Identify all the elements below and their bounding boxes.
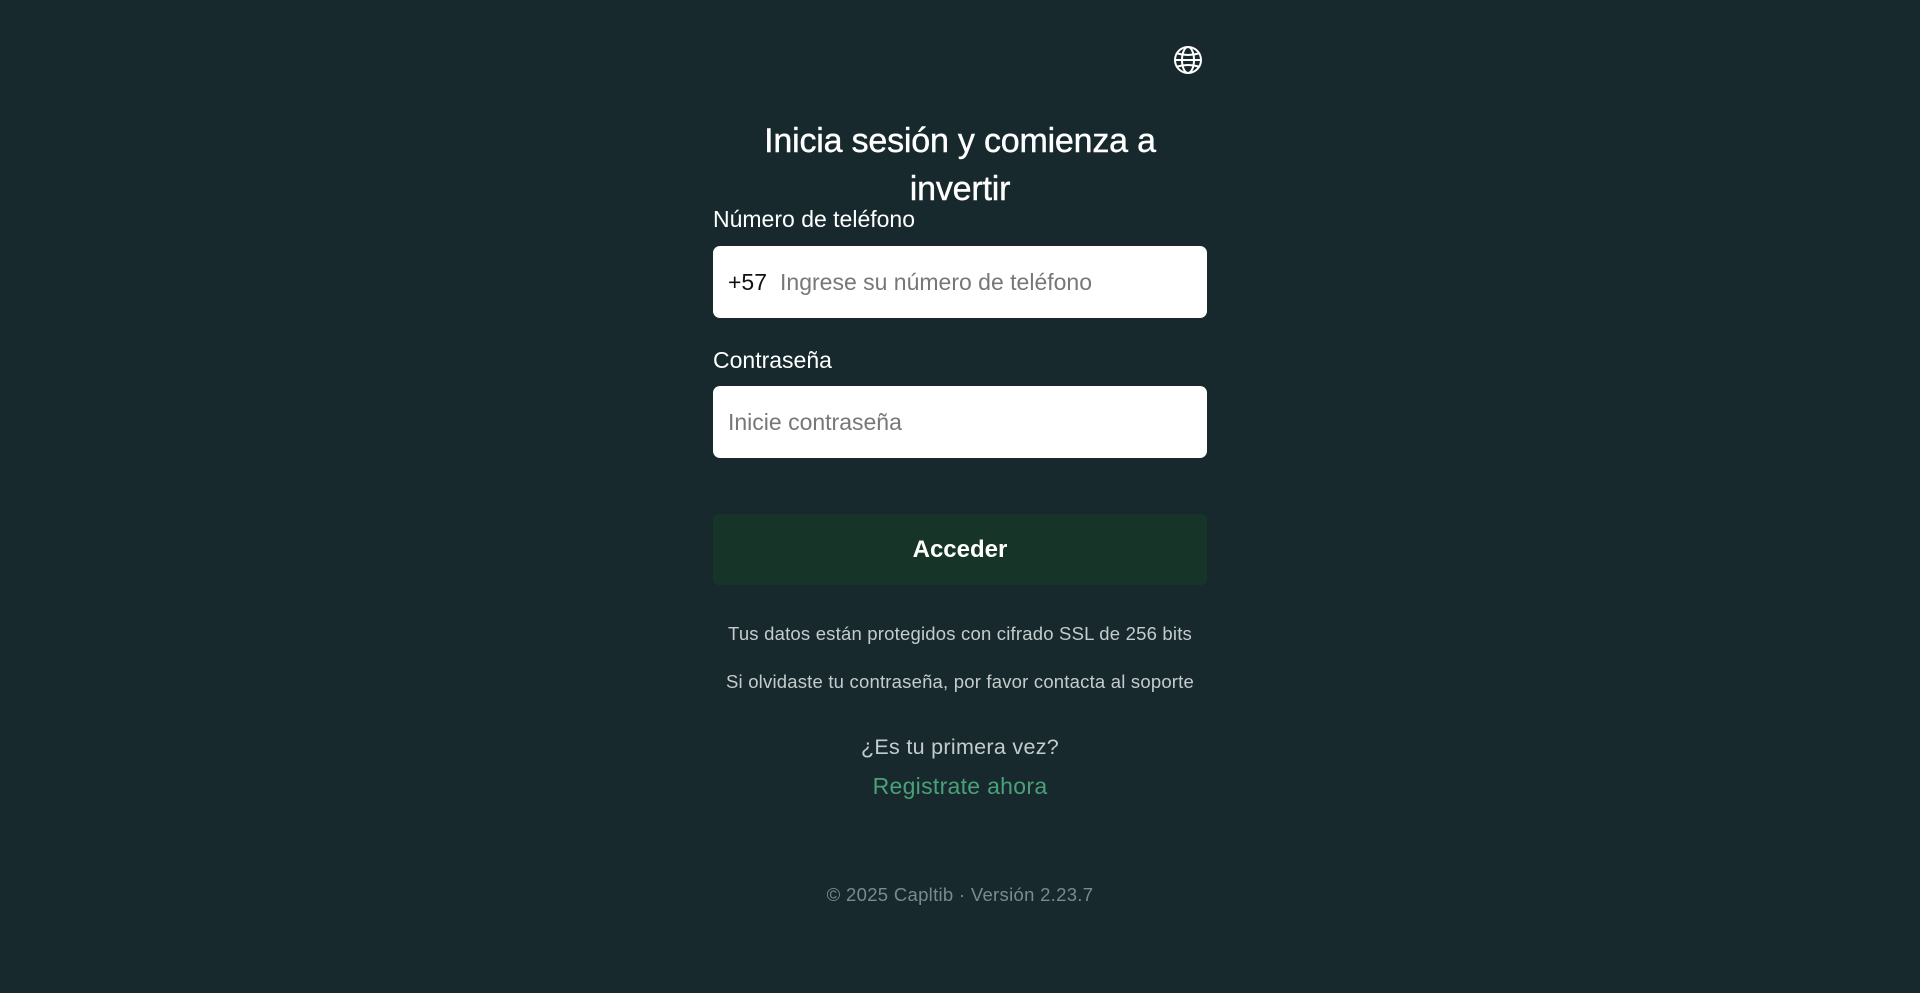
first-time-text: ¿Es tu primera vez? xyxy=(860,735,1060,759)
password-label: Contraseña xyxy=(713,347,832,373)
forgot-password-note: Si olvidaste tu contraseña, por favor co… xyxy=(726,671,1194,692)
country-code-prefix: +57 xyxy=(728,268,768,295)
password-field[interactable] xyxy=(713,386,1207,458)
ssl-security-note: Tus datos están protegidos con cifrado S… xyxy=(728,623,1192,644)
language-button[interactable] xyxy=(1173,45,1203,75)
login-button[interactable]: Acceder xyxy=(713,514,1207,585)
login-container: Inicia sesión y comienza a invertir Núme… xyxy=(713,0,1207,993)
login-page: Inicia sesión y comienza a invertir Núme… xyxy=(0,0,1920,993)
footer-copyright: © 2025 Capltib · Versión 2.23.7 xyxy=(826,884,1094,905)
password-input[interactable] xyxy=(728,386,1192,458)
phone-label: Número de teléfono xyxy=(713,206,916,232)
register-link[interactable]: Registrate ahora xyxy=(713,772,1207,800)
phone-field[interactable]: +57 xyxy=(713,246,1207,318)
phone-input[interactable] xyxy=(780,246,1192,318)
globe-icon xyxy=(1174,46,1202,74)
page-title: Inicia sesión y comienza a invertir xyxy=(764,122,1156,208)
